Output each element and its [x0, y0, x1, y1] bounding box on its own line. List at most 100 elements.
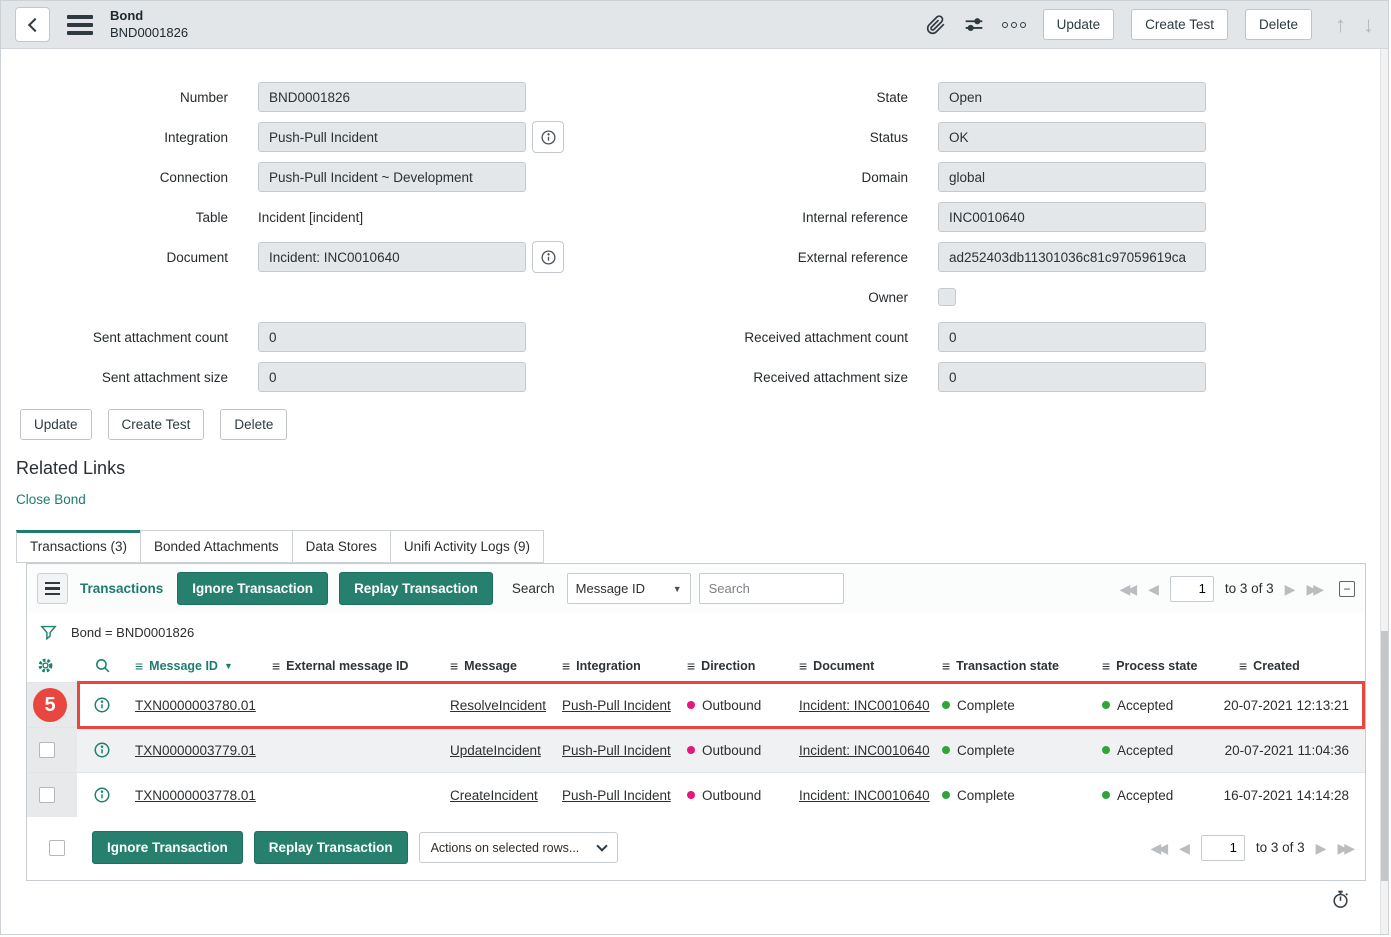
internal-reference-field[interactable]: INC0010640: [938, 202, 1206, 232]
status-label: Status: [681, 130, 908, 145]
row-info-icon[interactable]: [77, 773, 127, 817]
filter-funnel-icon[interactable]: [39, 623, 58, 642]
message-id-link[interactable]: TXN0000003779.01: [135, 743, 256, 758]
document-link[interactable]: Incident: INC0010640: [799, 743, 930, 758]
row-info-icon[interactable]: [77, 683, 127, 727]
last-page-icon[interactable]: ▶▶: [1306, 582, 1324, 596]
next-page-icon[interactable]: ▶: [1285, 582, 1296, 596]
column-header-message[interactable]: ≡ Message: [442, 649, 554, 682]
create-test-button[interactable]: Create Test: [1131, 9, 1228, 40]
tab-data-stores[interactable]: Data Stores: [292, 530, 391, 563]
column-header-created[interactable]: ≡ Created: [1231, 649, 1365, 682]
vertical-scrollbar-track[interactable]: [1380, 49, 1388, 934]
row-checkbox[interactable]: [39, 742, 55, 758]
back-button[interactable]: [15, 7, 50, 42]
column-header-direction[interactable]: ≡ Direction: [679, 649, 791, 682]
connection-field[interactable]: Push-Pull Incident ~ Development: [258, 162, 526, 192]
form-update-button[interactable]: Update: [20, 409, 92, 440]
close-bond-link[interactable]: Close Bond: [16, 492, 86, 507]
context-menu-icon[interactable]: [67, 15, 93, 35]
tab-unifi-activity-logs[interactable]: Unifi Activity Logs (9): [390, 530, 544, 563]
domain-label: Domain: [681, 170, 908, 185]
form-create-test-button[interactable]: Create Test: [108, 409, 205, 440]
state-dot-icon: [942, 746, 950, 754]
number-field[interactable]: BND0001826: [258, 82, 526, 112]
next-record-arrow-icon[interactable]: ↓: [1363, 14, 1374, 36]
update-button[interactable]: Update: [1043, 9, 1115, 40]
column-header-message-id[interactable]: ≡ Message ID ▼: [127, 649, 264, 682]
previous-record-arrow-icon[interactable]: ↑: [1335, 14, 1346, 36]
delete-button[interactable]: Delete: [1245, 9, 1312, 40]
replay-transaction-button[interactable]: Replay Transaction: [339, 572, 493, 605]
document-link[interactable]: Incident: INC0010640: [799, 698, 930, 713]
direction-value: Outbound: [702, 788, 761, 803]
external-reference-field[interactable]: ad252403db11301036c81c97059619ca: [938, 242, 1206, 272]
integration-field[interactable]: Push-Pull Incident: [258, 122, 526, 152]
first-page-icon[interactable]: ◀◀: [1151, 841, 1169, 855]
column-header-external-message-id[interactable]: ≡ External message ID: [264, 649, 442, 682]
response-time-stopwatch-icon[interactable]: [1330, 889, 1351, 915]
list-context-menu-icon[interactable]: [37, 573, 68, 604]
owner-field[interactable]: [938, 288, 956, 306]
list-title[interactable]: Transactions: [80, 581, 163, 596]
received-attachment-count-field[interactable]: 0: [938, 322, 1206, 352]
previous-page-icon[interactable]: ◀: [1148, 582, 1159, 596]
vertical-scrollbar-thumb[interactable]: [1381, 631, 1388, 881]
transaction-state-cell: Complete: [934, 683, 1094, 727]
page-number-input[interactable]: [1201, 835, 1245, 861]
column-header-integration[interactable]: ≡ Integration: [554, 649, 679, 682]
state-field[interactable]: Open: [938, 82, 1206, 112]
tab-bonded-attachments[interactable]: Bonded Attachments: [140, 530, 293, 563]
collapse-list-icon[interactable]: −: [1339, 581, 1355, 597]
footer-replay-transaction-button[interactable]: Replay Transaction: [254, 831, 408, 864]
last-page-icon[interactable]: ▶▶: [1337, 841, 1355, 855]
search-input[interactable]: [699, 573, 844, 604]
integration-preview-button[interactable]: [532, 121, 564, 153]
row-checkbox[interactable]: [39, 787, 55, 803]
search-field-select[interactable]: Message ID ▼: [567, 573, 691, 604]
sent-attachment-count-field[interactable]: 0: [258, 322, 526, 352]
row-info-icon[interactable]: [77, 728, 127, 772]
domain-field[interactable]: global: [938, 162, 1206, 192]
tab-transactions[interactable]: Transactions (3): [16, 530, 141, 563]
document-label: Document: [1, 250, 228, 265]
more-options-icon[interactable]: [1002, 22, 1026, 28]
filter-condition[interactable]: Bond = BND0001826: [71, 625, 194, 640]
sort-descending-icon: ▼: [224, 661, 233, 671]
first-page-icon[interactable]: ◀◀: [1120, 582, 1138, 596]
integration-link[interactable]: Push-Pull Incident: [562, 788, 671, 803]
status-field[interactable]: OK: [938, 122, 1206, 152]
message-id-link[interactable]: TXN0000003778.01: [135, 788, 256, 803]
message-link[interactable]: ResolveIncident: [450, 698, 546, 713]
info-icon: [540, 129, 557, 146]
document-link[interactable]: Incident: INC0010640: [799, 788, 930, 803]
next-page-icon[interactable]: ▶: [1316, 841, 1327, 855]
ignore-transaction-button[interactable]: Ignore Transaction: [177, 572, 328, 605]
created-cell: 20-07-2021 11:04:36: [1231, 728, 1365, 772]
transaction-state-cell: Complete: [934, 773, 1094, 817]
footer-ignore-transaction-button[interactable]: Ignore Transaction: [92, 831, 243, 864]
document-preview-button[interactable]: [532, 241, 564, 273]
message-link[interactable]: CreateIncident: [450, 788, 538, 803]
select-all-checkbox[interactable]: [49, 840, 65, 856]
document-field[interactable]: Incident: INC0010640: [258, 242, 526, 272]
created-cell: 16-07-2021 14:14:28: [1231, 773, 1365, 817]
form-delete-button[interactable]: Delete: [220, 409, 287, 440]
personalize-list-gear-icon[interactable]: [27, 649, 77, 682]
column-header-process-state[interactable]: ≡ Process state: [1094, 649, 1231, 682]
received-attachment-size-field[interactable]: 0: [938, 362, 1206, 392]
personalize-form-icon[interactable]: [963, 15, 985, 35]
actions-on-selected-rows-select[interactable]: Actions on selected rows...: [419, 832, 618, 863]
page-number-input[interactable]: [1170, 576, 1214, 602]
integration-link[interactable]: Push-Pull Incident: [562, 743, 671, 758]
integration-link[interactable]: Push-Pull Incident: [562, 698, 671, 713]
sent-attachment-size-field[interactable]: 0: [258, 362, 526, 392]
previous-page-icon[interactable]: ◀: [1179, 841, 1190, 855]
search-field-value: Message ID: [576, 581, 645, 596]
column-header-transaction-state[interactable]: ≡ Transaction state: [934, 649, 1094, 682]
message-id-link[interactable]: TXN0000003780.01: [135, 698, 256, 713]
list-search-icon[interactable]: [77, 649, 127, 682]
attachment-paperclip-icon[interactable]: [926, 15, 946, 35]
message-link[interactable]: UpdateIncident: [450, 743, 541, 758]
column-header-document[interactable]: ≡ Document: [791, 649, 934, 682]
